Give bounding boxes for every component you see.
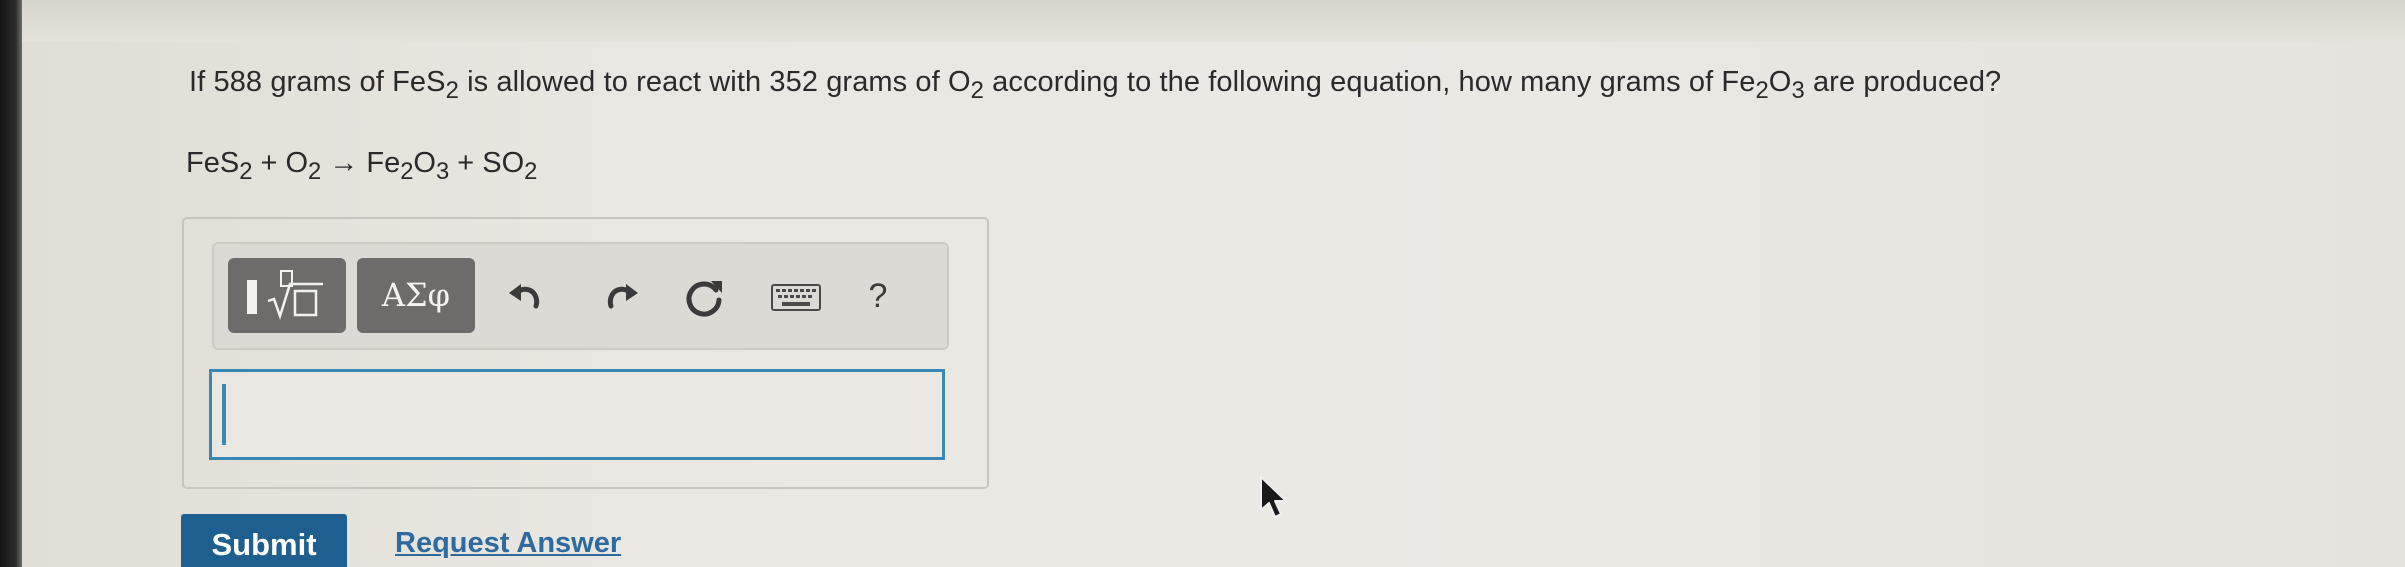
- redo-button[interactable]: [590, 266, 650, 326]
- undo-button[interactable]: [497, 266, 557, 326]
- question-text: If 588 grams of FeS2 is allowed to react…: [189, 66, 2002, 105]
- redo-icon: [607, 284, 638, 309]
- mouse-pointer-icon: [1260, 476, 1287, 518]
- symbols-button[interactable]: ΑΣφ: [357, 258, 475, 333]
- help-button[interactable]: ?: [858, 266, 898, 326]
- chemical-equation: FeS2 + O2 → Fe2O3 + SO2: [186, 147, 538, 186]
- keyboard-button[interactable]: [762, 266, 832, 326]
- undo-icon: [509, 284, 540, 309]
- keyboard-icon: [771, 284, 821, 311]
- submit-button[interactable]: Submit: [181, 514, 347, 567]
- templates-button[interactable]: [228, 258, 346, 333]
- reset-button[interactable]: [675, 266, 735, 326]
- request-answer-link[interactable]: Request Answer: [395, 527, 621, 560]
- screen-bezel: [0, 0, 22, 567]
- templates-sqrt-icon: [247, 270, 323, 320]
- answer-input[interactable]: [209, 369, 945, 460]
- top-bar: [22, 0, 2405, 42]
- text-caret: [222, 384, 226, 445]
- reset-icon: [686, 281, 722, 317]
